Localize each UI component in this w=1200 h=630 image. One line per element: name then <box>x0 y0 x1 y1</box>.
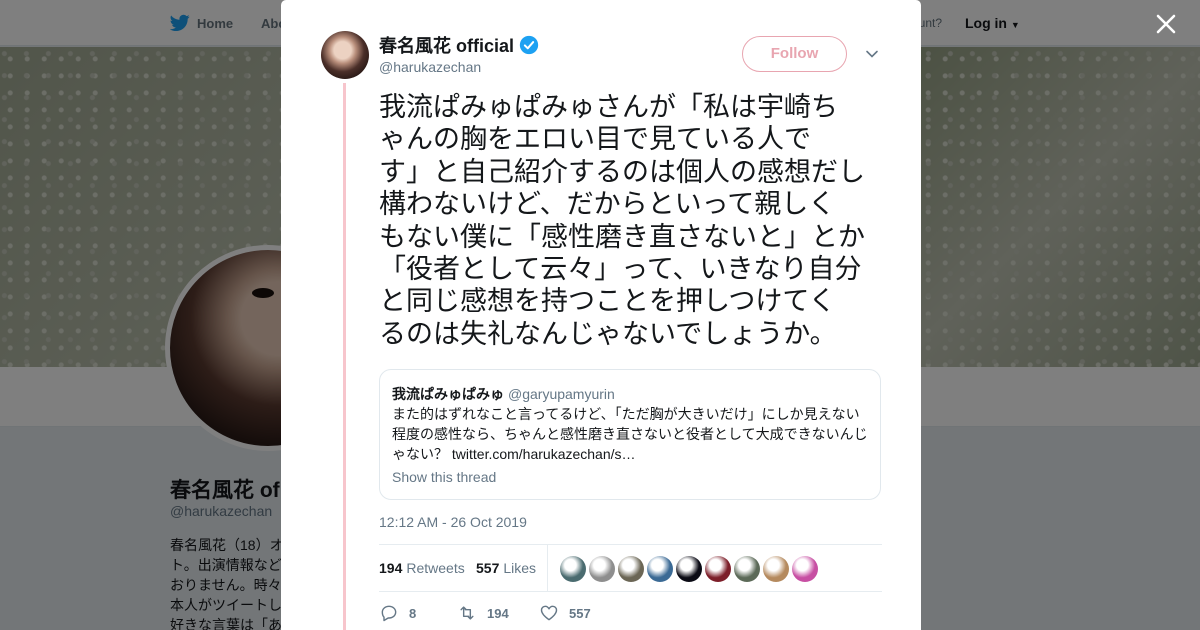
liker-avatar[interactable] <box>560 556 586 582</box>
thread-line <box>343 83 346 630</box>
author-name[interactable]: 春名風花 official <box>379 32 539 58</box>
tweet-text-line: す」と自己紹介するのは個人の感想だし <box>379 156 865 188</box>
retweet-count: 194 <box>487 605 509 621</box>
tweet-text: 我流ぱみゅぱみゅさんが「私は宇崎ち ゃんの胸をエロい目で見ている人で す」と自己… <box>379 92 885 351</box>
likes-count: 557 <box>476 560 500 576</box>
quoted-text-line: 程度の感性なら、ちゃんと感性磨き直さないと役者として大成できないんじ <box>392 426 868 442</box>
author-avatar[interactable] <box>321 31 369 79</box>
quoted-text-line: また的はずれなこと言ってるけど、「ただ胸が大きいだけ」にしか見えない <box>392 406 860 422</box>
show-thread-link[interactable]: Show this thread <box>392 469 496 485</box>
reply-icon <box>381 605 397 622</box>
quoted-author-name: 我流ぱみゅぱみゅ <box>392 386 504 402</box>
tweet-text-line: 「役者として云々」って、いきなり自分 <box>379 254 862 286</box>
retweets-count: 194 <box>379 560 403 576</box>
retweets-stat[interactable]: 194 Retweets <box>379 560 465 576</box>
verified-badge-icon <box>519 35 539 55</box>
tweet-stats: 194 Retweets 557 Likes <box>379 544 882 592</box>
heart-icon <box>540 605 558 621</box>
like-count: 557 <box>569 605 591 621</box>
tweet-modal: 春名風花 official @harukazechan Follow 我流ぱみゅ… <box>281 0 921 630</box>
tweet-text-line: ゃんの胸をエロい目で見ている人で <box>379 124 811 156</box>
likes-stat[interactable]: 557 Likes <box>476 560 536 576</box>
retweet-icon <box>460 606 474 620</box>
liker-avatar[interactable] <box>734 556 760 582</box>
quoted-author-handle: @garyupamyurin <box>508 386 615 402</box>
tweet-text-line: 構わないけど、だからといって親しく <box>379 189 836 221</box>
liker-avatar[interactable] <box>618 556 644 582</box>
quoted-text-line: ゃない？ twitter.com/harukazechan/s… <box>392 446 636 462</box>
reply-count: 8 <box>409 605 417 621</box>
chevron-down-icon[interactable] <box>865 47 879 61</box>
author-name-text: 春名風花 official <box>379 36 515 56</box>
tweet-actions: 8 194 557 <box>379 603 679 623</box>
retweets-label: Retweets <box>406 560 465 576</box>
like-button[interactable]: 557 <box>539 603 591 623</box>
liker-avatar[interactable] <box>589 556 615 582</box>
likes-label: Likes <box>503 560 537 576</box>
liker-avatar[interactable] <box>676 556 702 582</box>
tweet-text-line: るのは失礼なんじゃないでしょうか。 <box>379 318 837 350</box>
liker-avatar[interactable] <box>763 556 789 582</box>
close-icon[interactable] <box>1152 10 1180 38</box>
liker-avatars <box>560 556 818 582</box>
liker-avatar[interactable] <box>705 556 731 582</box>
retweet-button[interactable]: 194 <box>457 603 509 623</box>
tweet-text-line: 我流ぱみゅぱみゅさんが「私は宇崎ち <box>379 92 838 123</box>
author-handle[interactable]: @harukazechan <box>379 59 481 75</box>
tweet-text-line: もない僕に「感性磨き直さないと」とか <box>379 221 865 253</box>
quoted-tweet[interactable]: 我流ぱみゅぱみゅ @garyupamyurin また的はずれなこと言ってるけど、「… <box>379 369 881 500</box>
quoted-tweet-text: また的はずれなこと言ってるけど、「ただ胸が大きいだけ」にしか見えない 程度の感性… <box>392 404 876 464</box>
reply-button[interactable]: 8 <box>379 603 416 623</box>
tweet-text-line: と同じ感想を持つことを押しつけてく <box>379 286 836 318</box>
liker-avatar[interactable] <box>792 556 818 582</box>
stats-divider <box>547 545 548 592</box>
quoted-tweet-header: 我流ぱみゅぱみゅ @garyupamyurin <box>392 384 615 404</box>
follow-button[interactable]: Follow <box>742 36 847 72</box>
tweet-timestamp[interactable]: 12:12 AM - 26 Oct 2019 <box>379 514 527 530</box>
liker-avatar[interactable] <box>647 556 673 582</box>
